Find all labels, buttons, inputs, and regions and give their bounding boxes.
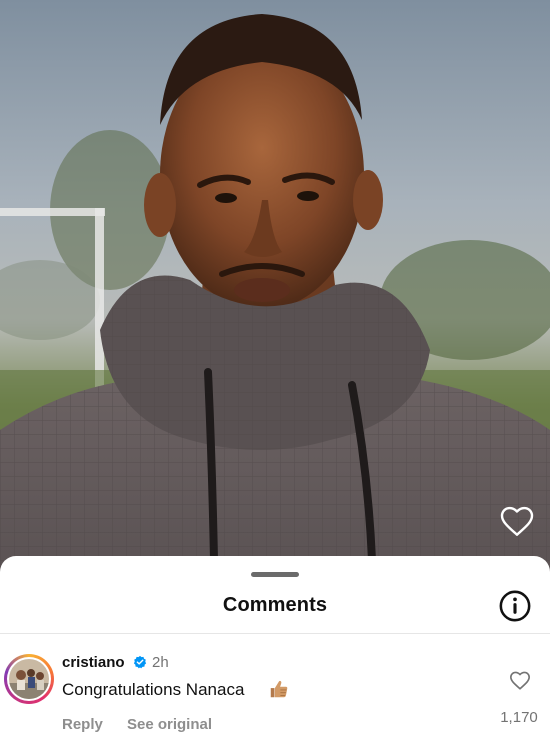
sheet-title: Comments — [222, 594, 328, 616]
info-icon[interactable] — [498, 589, 532, 623]
sheet-grabber[interactable] — [251, 572, 299, 577]
see-original-button[interactable]: See original — [127, 716, 212, 733]
avatar[interactable] — [4, 654, 54, 704]
comment-like-count: 1,170 — [500, 709, 538, 726]
verified-badge-icon — [133, 655, 147, 669]
comment-timestamp: 2h — [152, 654, 169, 671]
thumbs-up-emoji — [270, 680, 288, 698]
avatar-photo — [9, 659, 49, 699]
comments-sheet: Comments cristiano 2h Congratulations Na… — [0, 556, 550, 736]
comment-text: Congratulations Nanaca — [62, 680, 245, 699]
comment-item: cristiano 2h Congratulations Nanaca Repl… — [0, 634, 550, 736]
video-frame — [0, 0, 550, 580]
video-player[interactable] — [0, 0, 550, 580]
heart-outline-icon[interactable] — [498, 504, 536, 540]
reply-button[interactable]: Reply — [62, 716, 103, 733]
comment-like-heart-icon[interactable] — [508, 670, 532, 692]
comment-username[interactable]: cristiano — [62, 654, 125, 671]
